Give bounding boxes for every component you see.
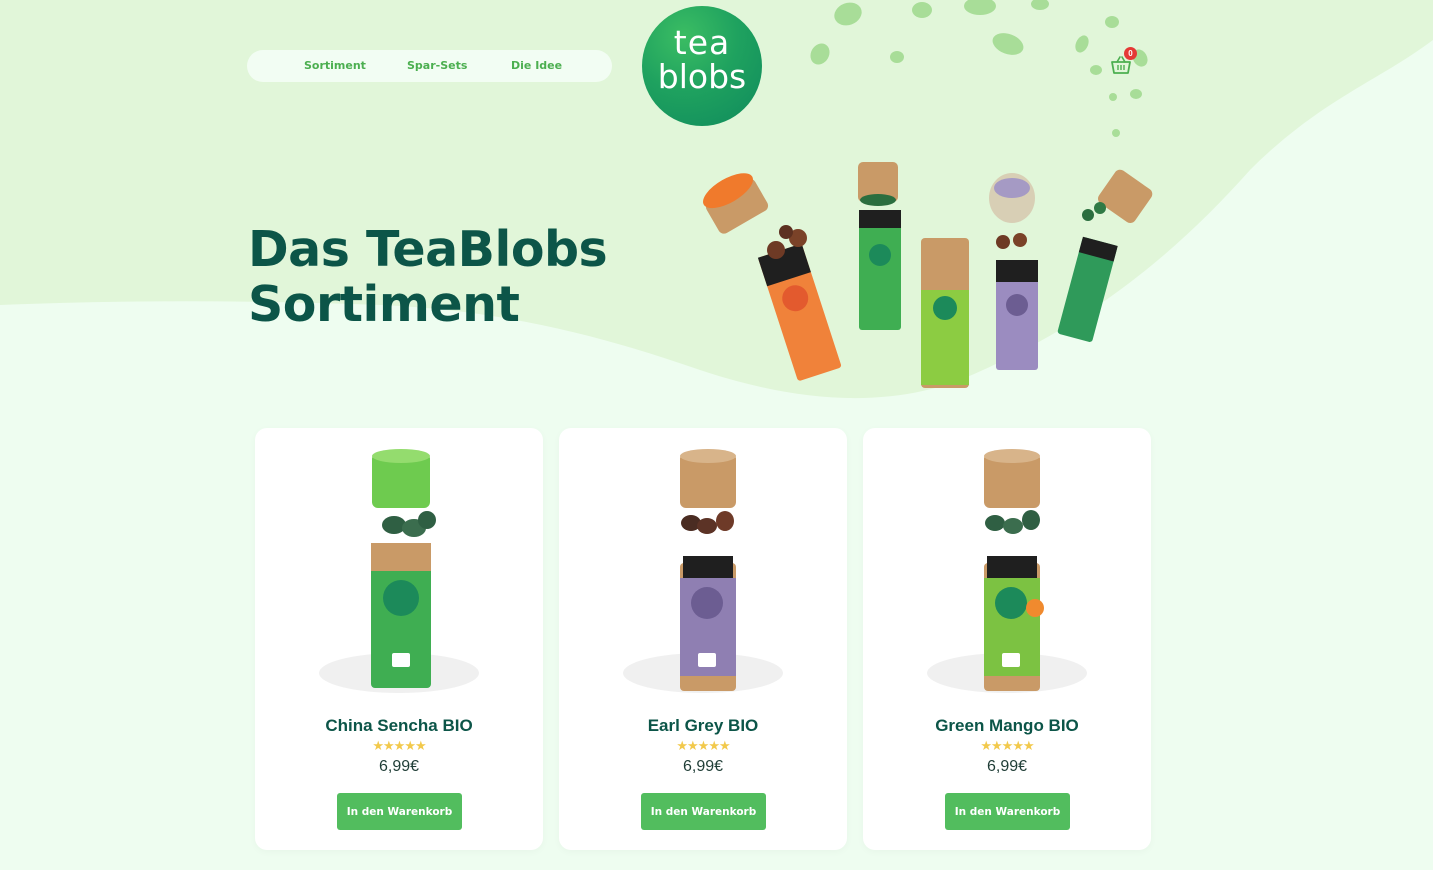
product-image-earl-grey — [623, 449, 783, 693]
product-card-earl-grey[interactable]: Earl Grey BIO ★★★★★ 6,99€ In den Warenko… — [559, 428, 847, 850]
rating-stars: ★★★★★ — [676, 738, 730, 753]
teablobs-logo[interactable]: tea blobs — [642, 6, 762, 126]
rating-stars: ★★★★★ — [372, 738, 426, 753]
add-to-cart-button[interactable]: In den Warenkorb — [641, 793, 766, 830]
add-to-cart-button[interactable]: In den Warenkorb — [945, 793, 1070, 830]
product-card-green-mango[interactable]: Green Mango BIO ★★★★★ 6,99€ In den Waren… — [863, 428, 1151, 850]
rating-stars: ★★★★★ — [980, 738, 1034, 753]
product-price: 6,99€ — [682, 758, 724, 775]
add-to-cart-button[interactable]: In den Warenkorb — [337, 793, 462, 830]
product-price: 6,99€ — [986, 758, 1028, 775]
nav-item-spar-sets[interactable]: Spar-Sets — [407, 59, 467, 72]
logo-text-blobs: blobs — [657, 57, 747, 96]
product-price: 6,99€ — [378, 758, 420, 775]
product-card-china-sencha[interactable]: China Sencha BIO ★★★★★ 6,99€ In den Ware… — [255, 428, 543, 850]
nav-item-sortiment[interactable]: Sortiment — [304, 59, 366, 72]
main-navigation: Sortiment Spar-Sets Die Idee — [247, 50, 612, 82]
product-title[interactable]: China Sencha BIO — [255, 716, 543, 736]
product-image-green-mango — [927, 449, 1087, 693]
page-title-line2: Sortiment — [248, 276, 520, 333]
product-title[interactable]: Earl Grey BIO — [559, 716, 847, 736]
cart-count-badge: 0 — [1124, 47, 1137, 60]
page-title-line1: Das TeaBlobs — [248, 221, 608, 278]
product-image-china-sencha — [319, 449, 479, 693]
product-title[interactable]: Green Mango BIO — [863, 716, 1151, 736]
hero-product-tubes-image — [703, 162, 1153, 388]
nav-item-die-idee[interactable]: Die Idee — [511, 59, 562, 72]
page-title: Das TeaBlobs Sortiment — [248, 222, 668, 332]
logo-text-tea: tea — [673, 23, 731, 62]
